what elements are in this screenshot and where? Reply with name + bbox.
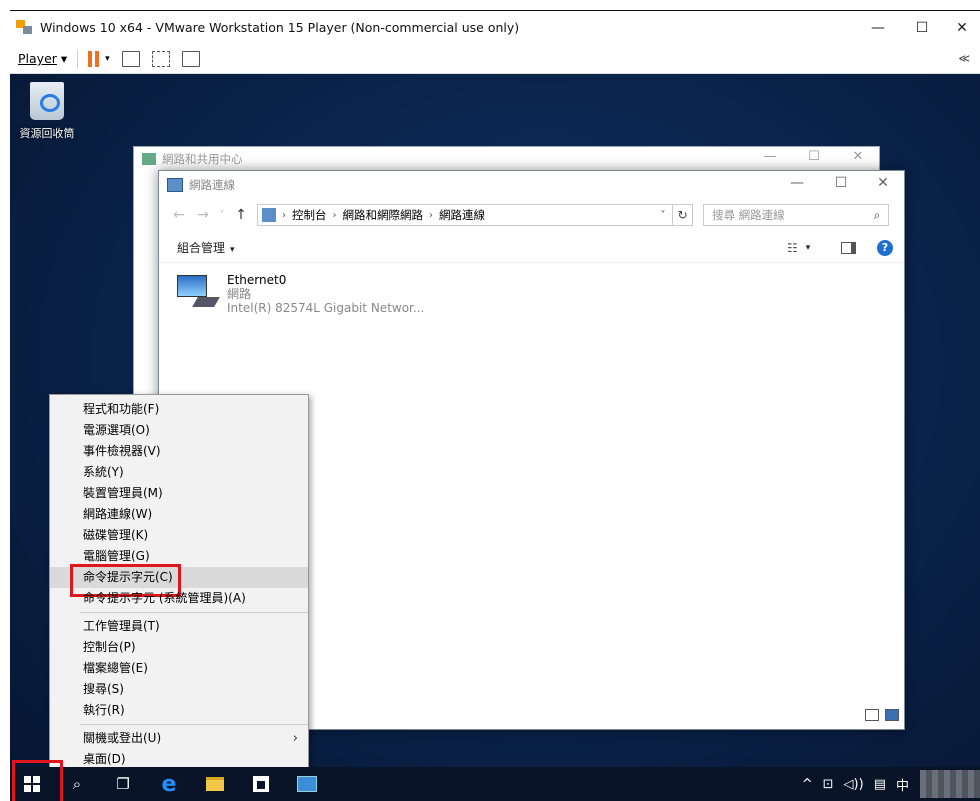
edge-browser-button[interactable]: e — [146, 767, 192, 801]
store-bag-icon — [253, 776, 269, 792]
adapter-device: Intel(R) 82574L Gigabit Networ... — [227, 301, 425, 315]
store-button[interactable] — [238, 767, 284, 801]
bg-maximize-button[interactable]: ☐ — [792, 149, 836, 164]
menu-item-disk-management[interactable]: 磁碟管理(K) — [50, 525, 308, 546]
volume-icon[interactable]: ◁)) — [844, 777, 864, 792]
bg-close-button[interactable]: ✕ — [836, 149, 880, 164]
menu-item-shutdown-signout[interactable]: 關機或登出(U) › — [50, 728, 308, 749]
menu-item-control-panel[interactable]: 控制台(P) — [50, 637, 308, 658]
search-placeholder: 搜尋 網路連線 — [712, 208, 785, 222]
toolbar-divider — [77, 49, 79, 68]
nc-minimize-button[interactable]: — — [775, 175, 819, 191]
menu-group-3: 關機或登出(U) › 桌面(D) — [50, 728, 308, 770]
menu-divider — [80, 724, 308, 725]
network-connections-icon — [167, 178, 183, 192]
breadcrumb-network-connections[interactable]: 網路連線 — [439, 207, 485, 223]
menu-item-file-explorer[interactable]: 檔案總管(E) — [50, 658, 308, 679]
show-hidden-icons-button[interactable]: ^ — [802, 777, 813, 792]
forward-button[interactable]: → — [191, 207, 215, 223]
start-button[interactable] — [10, 760, 63, 801]
adapter-name: Ethernet0 — [227, 273, 287, 287]
taskbar: ⌕ ❐ e ^ ⊡ ◁)) ▤ 中 — [10, 760, 980, 801]
ime-indicator[interactable]: 中 — [896, 775, 909, 794]
menu-group-1: 程式和功能(F) 電源選項(O) 事件檢視器(V) 系統(Y) 裝置管理員(M)… — [50, 399, 308, 609]
pause-dropdown-icon[interactable]: ▾ — [105, 54, 110, 64]
menu-item-search[interactable]: 搜尋(S) — [50, 679, 308, 700]
control-panel-icon — [262, 208, 276, 222]
menu-item-command-prompt-admin[interactable]: 命令提示字元 (系統管理員)(A) — [50, 588, 308, 609]
system-tray: ^ ⊡ ◁)) ▤ 中 — [797, 767, 980, 801]
menu-item-command-prompt[interactable]: 命令提示字元(C) — [50, 564, 308, 597]
view-options[interactable]: ☷ ▾ — [787, 241, 810, 255]
large-icons-view-icon[interactable] — [885, 709, 899, 721]
submenu-arrow-icon: › — [292, 731, 298, 746]
menu-item-system[interactable]: 系統(Y) — [50, 462, 308, 483]
menu-item-device-manager[interactable]: 裝置管理員(M) — [50, 483, 308, 504]
collapse-toolbar-icon[interactable]: ≪ — [958, 52, 970, 65]
vmware-logo-icon — [16, 19, 34, 36]
search-box[interactable]: 搜尋 網路連線 ⌕ — [703, 204, 889, 226]
preview-pane-icon[interactable] — [841, 241, 856, 254]
clock-area-blurred[interactable] — [920, 770, 980, 798]
menu-item-task-manager[interactable]: 工作管理員(T) — [50, 616, 308, 637]
menu-item-programs-features[interactable]: 程式和功能(F) — [50, 399, 308, 420]
nc-close-button[interactable]: ✕ — [861, 175, 905, 191]
up-button[interactable]: ↑ — [229, 207, 253, 223]
maximize-button[interactable]: ☐ — [900, 11, 944, 45]
network-tray-icon[interactable]: ⊡ — [823, 777, 834, 792]
address-bar[interactable]: › 控制台 › 網路和網際網路 › 網路連線 ˅ — [257, 204, 673, 226]
adapter-ethernet0[interactable]: Ethernet0 網路 Intel(R) 82574L Gigabit Net… — [175, 273, 424, 315]
adapter-network: 網路 — [227, 287, 252, 301]
vmware-toolbar: Player ▾ ▾ ≪ — [10, 44, 980, 74]
guest-desktop: 資源回收筒 網路和共用中心 — ☐ ✕ 網路連線 — ☐ ✕ ← → ˅ ↑ ›… — [10, 74, 980, 801]
pause-icon[interactable] — [88, 50, 100, 67]
menu-item-power-options[interactable]: 電源選項(O) — [50, 420, 308, 441]
network-center-icon — [142, 153, 156, 165]
menu-group-2: 工作管理員(T) 控制台(P) 檔案總管(E) 搜尋(S) 執行(R) — [50, 616, 308, 721]
fullscreen-icon[interactable] — [151, 50, 170, 67]
minimize-button[interactable]: — — [856, 11, 900, 45]
recycle-bin-label: 資源回收筒 — [19, 127, 75, 140]
breadcrumb-control-panel[interactable]: 控制台 — [292, 207, 327, 223]
address-row: ← → ˅ ↑ › 控制台 › 網路和網際網路 › 網路連線 ˅ ↻ 搜尋 網路… — [167, 203, 894, 227]
menu-item-network-connections[interactable]: 網路連線(W) — [50, 504, 308, 525]
unity-icon[interactable] — [181, 50, 200, 67]
file-explorer-button[interactable] — [192, 767, 238, 801]
folder-icon — [206, 777, 224, 791]
close-button[interactable]: ✕ — [940, 11, 980, 45]
help-icon[interactable]: ? — [877, 239, 893, 256]
search-icon[interactable]: ⌕ — [866, 208, 888, 223]
view-dropdown-icon[interactable]: ▾ — [806, 243, 811, 253]
back-button[interactable]: ← — [167, 207, 191, 223]
menu-item-event-viewer[interactable]: 事件檢視器(V) — [50, 441, 308, 462]
action-center-icon[interactable]: ▤ — [874, 777, 886, 792]
bg-minimize-button[interactable]: — — [748, 149, 792, 164]
edge-icon: e — [161, 771, 177, 797]
view-details-icon[interactable]: ☷ — [787, 241, 798, 255]
network-connections-title: 網路連線 — [189, 178, 235, 192]
send-ctrl-alt-del-icon[interactable] — [121, 50, 140, 67]
recycle-bin[interactable]: 資源回收筒 — [16, 82, 78, 141]
network-window-icon — [297, 776, 317, 792]
recent-locations-button[interactable]: ˅ — [215, 210, 229, 221]
player-menu-button[interactable]: Player ▾ — [18, 51, 67, 66]
details-view-icon[interactable] — [865, 709, 879, 721]
command-bar: 組合管理 ▾ ☷ ▾ ? — [159, 233, 904, 263]
nc-maximize-button[interactable]: ☐ — [819, 175, 863, 191]
menu-item-run[interactable]: 執行(R) — [50, 700, 308, 721]
vmware-title-bar: Windows 10 x64 - VMware Workstation 15 P… — [10, 10, 980, 44]
organize-button[interactable]: 組合管理 ▾ — [177, 239, 235, 256]
menu-divider — [80, 612, 308, 613]
windows-logo-icon — [24, 776, 40, 792]
address-dropdown-icon[interactable]: ˅ — [654, 210, 672, 221]
window-title: Windows 10 x64 - VMware Workstation 15 P… — [40, 20, 520, 35]
breadcrumb-network-internet[interactable]: 網路和網際網路 — [343, 207, 424, 223]
refresh-button[interactable]: ↻ — [673, 204, 693, 226]
network-connections-taskbar-button[interactable] — [284, 767, 330, 801]
recycle-bin-icon — [30, 82, 64, 120]
network-adapter-icon — [175, 273, 220, 313]
task-view-button[interactable]: ❐ — [100, 767, 146, 801]
winx-context-menu: 程式和功能(F) 電源選項(O) 事件檢視器(V) 系統(Y) 裝置管理員(M)… — [49, 394, 309, 770]
